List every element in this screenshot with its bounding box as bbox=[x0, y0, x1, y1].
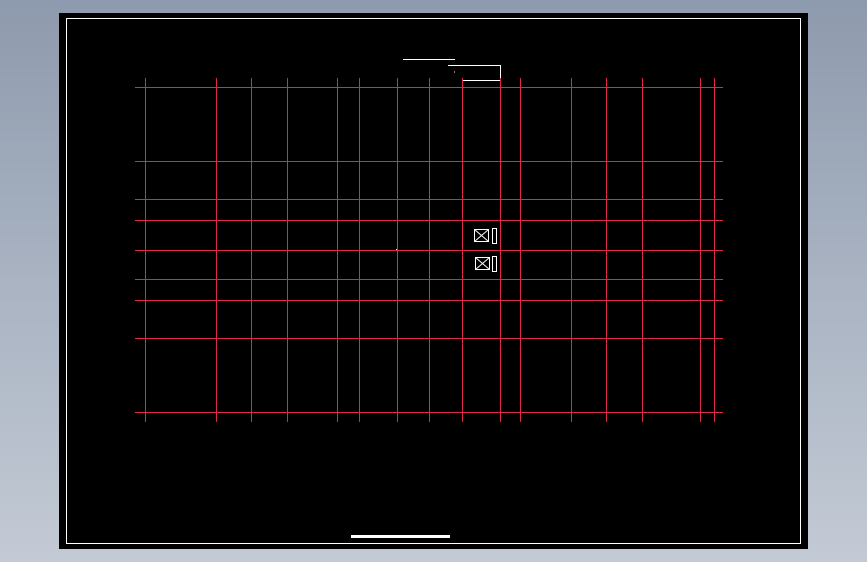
cad-drawing-canvas[interactable] bbox=[59, 13, 808, 549]
title-marker bbox=[403, 59, 501, 81]
drawing-border bbox=[66, 18, 801, 544]
scroll-indicator[interactable] bbox=[351, 535, 450, 538]
grid-marker-dot bbox=[396, 249, 397, 250]
window-box-icon[interactable] bbox=[475, 256, 497, 272]
drawing-sheet bbox=[59, 13, 808, 549]
window-box-icon[interactable] bbox=[474, 228, 497, 244]
